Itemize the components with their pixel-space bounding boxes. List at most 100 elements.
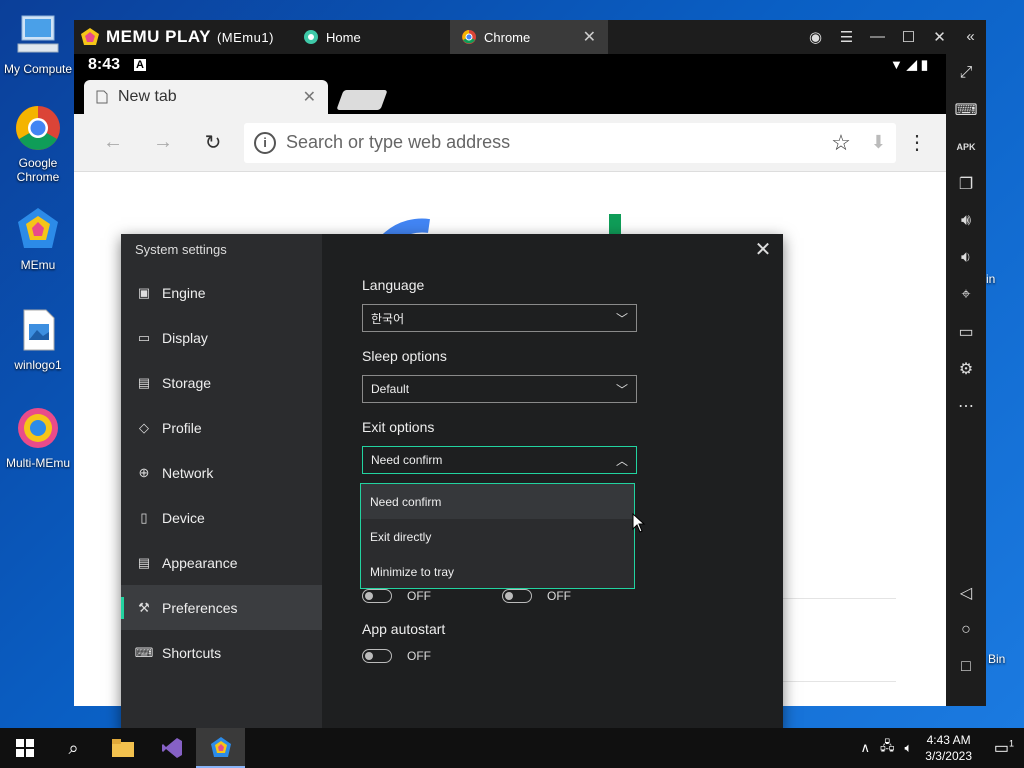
taskbar-file-explorer[interactable] bbox=[98, 728, 147, 768]
android-recents-icon[interactable]: □ bbox=[946, 648, 986, 685]
system-tray: ∧ 🖧︎ 🔈︎ 4:43 AM 3/3/2023 ▭1 bbox=[855, 732, 1024, 764]
app-autostart-label: App autostart bbox=[362, 621, 446, 637]
folder-icon[interactable]: ▭ bbox=[946, 313, 986, 350]
notification-center-icon[interactable]: ▭1 bbox=[984, 738, 1024, 758]
search-icon: ⌕ bbox=[68, 737, 79, 758]
language-label: Language bbox=[362, 277, 425, 293]
android-back-icon[interactable]: ◁ bbox=[946, 574, 986, 611]
wrench-icon: ⚒ bbox=[138, 599, 150, 615]
back-arrow-icon[interactable]: ← bbox=[88, 131, 138, 154]
sleep-options-label: Sleep options bbox=[362, 348, 447, 364]
desktop-icon-my-computer[interactable]: My Compute bbox=[0, 10, 76, 76]
chrome-tab-strip: New tab ✕ bbox=[74, 76, 946, 114]
dropdown-option-need-confirm[interactable]: Need confirm bbox=[361, 484, 634, 519]
desktop-icon-winlogo1[interactable]: winlogo1 bbox=[0, 306, 76, 372]
toggle-b[interactable]: OFF bbox=[502, 589, 571, 603]
url-bar[interactable]: i Search or type web address ☆ ⬇ bbox=[244, 122, 896, 163]
toggle-a[interactable]: OFF bbox=[362, 589, 431, 603]
phone-icon: ▯ bbox=[140, 509, 148, 525]
account-icon[interactable]: ◉ bbox=[800, 28, 831, 46]
nav-item-engine[interactable]: ▣ Engine bbox=[121, 270, 322, 315]
search-button[interactable]: ⌕ bbox=[49, 728, 98, 768]
nav-item-profile[interactable]: ◇ Profile bbox=[121, 405, 322, 450]
nav-item-device[interactable]: ▯ Device bbox=[121, 495, 322, 540]
wifi-battery-icons: ▼◢▮ bbox=[889, 57, 932, 72]
language-select[interactable]: 한국어 ﹀ bbox=[362, 304, 637, 332]
taskbar-visual-studio[interactable] bbox=[147, 728, 196, 768]
menu-icon[interactable]: ☰ bbox=[831, 28, 862, 46]
desktop-icon-label: My Compute bbox=[3, 62, 73, 76]
save-disk-icon: ▤ bbox=[137, 374, 151, 390]
taskbar-memu[interactable] bbox=[196, 728, 245, 768]
keyboard-icon[interactable]: ⌨ bbox=[946, 91, 986, 128]
nav-label: Storage bbox=[162, 374, 212, 391]
desktop-icon-google-chrome[interactable]: Google Chrome bbox=[0, 104, 76, 184]
chevron-down-icon: ﹀ bbox=[615, 382, 628, 397]
chrome-tab-icon bbox=[462, 30, 476, 44]
close-icon[interactable]: ✕ bbox=[924, 28, 955, 46]
speaker-icon[interactable]: 🔈︎ bbox=[904, 740, 912, 756]
emu-tab-home[interactable]: Home bbox=[292, 20, 450, 54]
maximize-icon[interactable]: ☐ bbox=[893, 28, 924, 46]
settings-nav: System settings ▣ Engine ▭ Display ▤ Sto… bbox=[121, 234, 322, 734]
nav-item-preferences[interactable]: ⚒ Preferences bbox=[121, 585, 322, 630]
desktop-icon-label: Google Chrome bbox=[16, 156, 60, 184]
minimize-icon[interactable]: — bbox=[862, 28, 893, 46]
info-icon: i bbox=[254, 131, 276, 154]
nav-item-storage[interactable]: ▤ Storage bbox=[121, 360, 322, 405]
home-app-icon bbox=[304, 30, 318, 44]
emu-tab-label: Home bbox=[326, 29, 361, 45]
recycle-bin-label: Bin bbox=[988, 652, 1006, 666]
new-tab-button[interactable] bbox=[336, 90, 388, 110]
star-icon[interactable]: ☆ bbox=[831, 130, 851, 156]
gear-icon[interactable]: ⚙ bbox=[946, 350, 986, 387]
nav-item-network[interactable]: ⊕ Network bbox=[121, 450, 322, 495]
multi-window-icon[interactable]: ❐ bbox=[946, 165, 986, 202]
volume-up-icon[interactable]: 🔊︎ bbox=[946, 202, 986, 239]
location-icon[interactable]: ⌖ bbox=[946, 276, 986, 313]
url-placeholder: Search or type web address bbox=[286, 132, 511, 152]
taskbar-clock[interactable]: 4:43 AM 3/3/2023 bbox=[925, 732, 972, 764]
emu-tab-chrome[interactable]: Chrome ✕ bbox=[450, 20, 608, 54]
system-settings-dialog: System settings ▣ Engine ▭ Display ▤ Sto… bbox=[121, 234, 783, 734]
desktop-icon-memu[interactable]: MEmu bbox=[0, 206, 76, 272]
download-icon[interactable]: ⬇ bbox=[871, 132, 886, 153]
notification-count: 1 bbox=[1009, 738, 1015, 749]
apk-icon[interactable]: APK bbox=[946, 128, 986, 165]
close-tab-icon[interactable]: ✕ bbox=[303, 87, 316, 107]
nav-item-appearance[interactable]: ▤ Appearance bbox=[121, 540, 322, 585]
collapse-sidebar-icon[interactable]: « bbox=[955, 28, 986, 46]
forward-arrow-icon[interactable]: → bbox=[138, 131, 188, 154]
exit-options-select[interactable]: Need confirm ︿ bbox=[362, 446, 637, 474]
desktop-icon-multi-memu[interactable]: Multi-MEmu bbox=[0, 404, 76, 470]
kebab-menu-icon[interactable]: ⋮ bbox=[902, 130, 932, 155]
network-icon[interactable]: 🖧︎ bbox=[880, 737, 895, 759]
sleep-options-select[interactable]: Default ﹀ bbox=[362, 375, 637, 403]
dropdown-option-minimize-to-tray[interactable]: Minimize to tray bbox=[361, 554, 634, 589]
volume-down-icon[interactable]: 🔉︎ bbox=[946, 239, 986, 276]
close-tab-icon[interactable]: ✕ bbox=[583, 27, 596, 47]
notification-icon: A bbox=[134, 59, 146, 71]
page-icon bbox=[96, 90, 108, 104]
dialog-close-icon[interactable]: ✕ bbox=[751, 238, 775, 262]
chevron-up-icon[interactable]: ∧ bbox=[860, 740, 870, 756]
nav-item-display[interactable]: ▭ Display bbox=[121, 315, 322, 360]
app-autostart-toggle[interactable]: OFF bbox=[362, 649, 431, 663]
nav-label: Appearance bbox=[162, 554, 238, 571]
dropdown-option-exit-directly[interactable]: Exit directly bbox=[361, 519, 634, 554]
android-home-icon[interactable]: ○ bbox=[946, 611, 986, 648]
fullscreen-icon[interactable]: ⤢ bbox=[946, 54, 986, 91]
toggle-switch[interactable] bbox=[362, 649, 392, 663]
reload-icon[interactable]: ↻ bbox=[188, 130, 238, 155]
toggle-switch[interactable] bbox=[362, 589, 392, 603]
nav-item-shortcuts[interactable]: ⌨ Shortcuts bbox=[121, 630, 322, 675]
chrome-tab-new-tab[interactable]: New tab ✕ bbox=[84, 80, 328, 114]
toggle-switch[interactable] bbox=[502, 589, 532, 603]
exit-options-label: Exit options bbox=[362, 419, 435, 435]
nav-label: Display bbox=[162, 329, 208, 346]
dialog-title: System settings bbox=[135, 242, 227, 257]
more-icon[interactable]: ⋯ bbox=[946, 387, 986, 424]
chrome-toolbar: ← → ↻ i Search or type web address ☆ ⬇ ⋮ bbox=[74, 114, 946, 172]
emu-tab-label: Chrome bbox=[484, 29, 531, 45]
start-button[interactable] bbox=[0, 728, 49, 768]
